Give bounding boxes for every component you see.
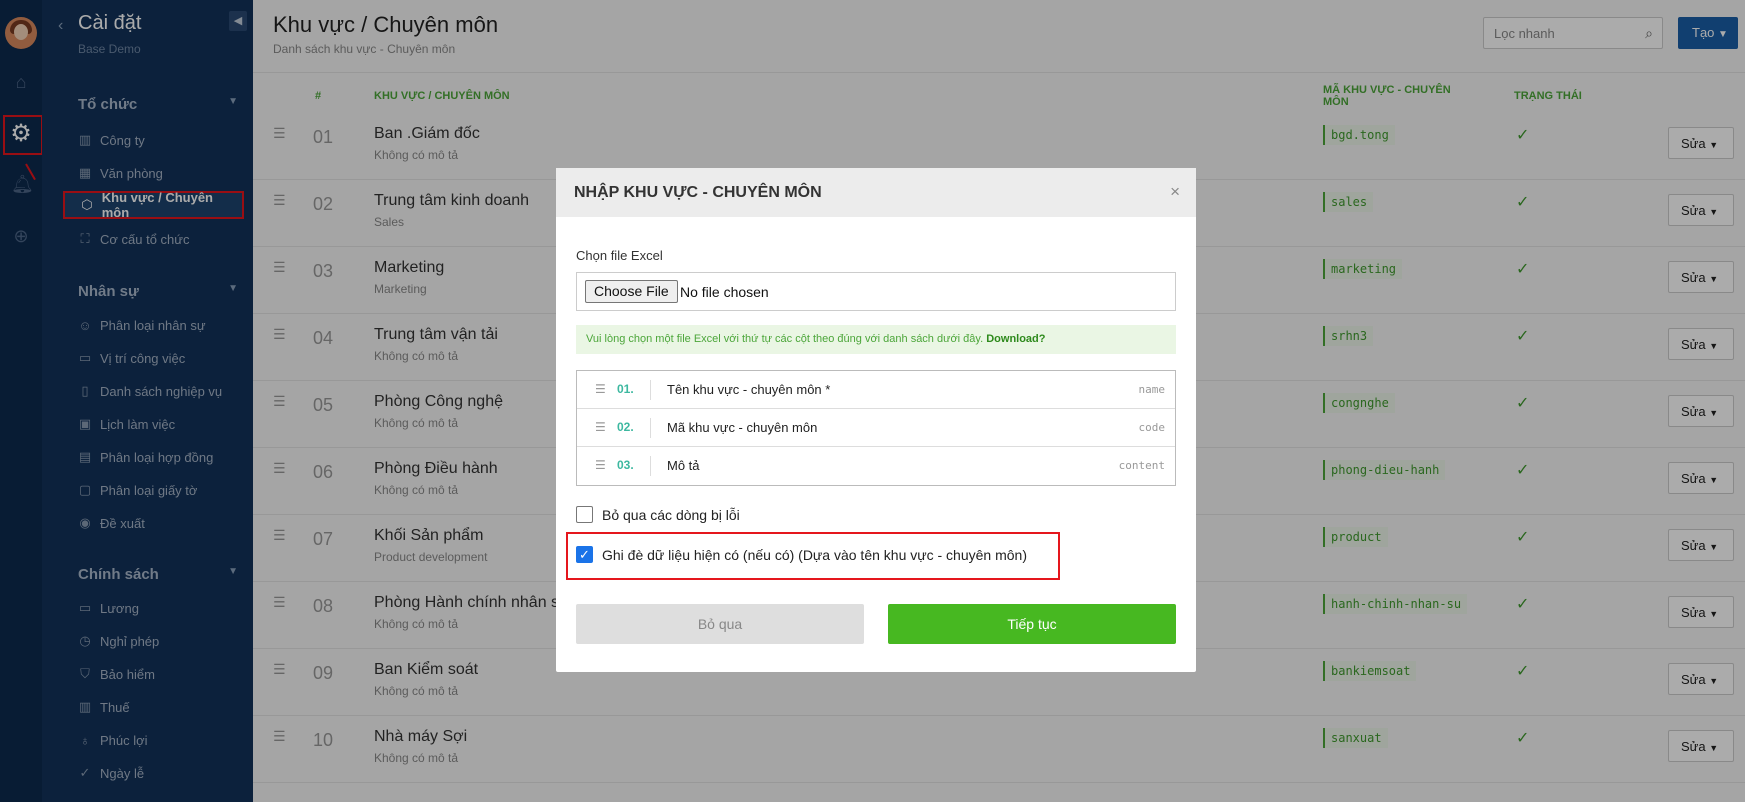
column-label: Mã khu vực - chuyên môn — [667, 420, 818, 435]
divider — [650, 418, 651, 438]
continue-button[interactable]: Tiếp tục — [888, 604, 1176, 644]
column-order-list: ☰ 01. Tên khu vực - chuyên môn * name ☰ … — [576, 370, 1176, 486]
import-modal: NHẬP KHU VỰC - CHUYÊN MÔN × Chọn file Ex… — [556, 168, 1196, 672]
drag-handle-icon[interactable]: ☰ — [595, 382, 606, 396]
overwrite-option[interactable]: ✓ Ghi đè dữ liệu hiện có (nếu có) (Dựa v… — [576, 546, 1027, 563]
drag-handle-icon[interactable]: ☰ — [595, 420, 606, 434]
column-item[interactable]: ☰ 02. Mã khu vực - chuyên môn code — [577, 409, 1175, 447]
column-key: code — [1138, 421, 1166, 434]
file-label: Chọn file Excel — [576, 248, 663, 263]
column-item[interactable]: ☰ 03. Mô tả content — [577, 447, 1175, 485]
hint-text: Vui lòng chọn một file Excel với thứ tự … — [586, 333, 984, 345]
column-item[interactable]: ☰ 01. Tên khu vực - chuyên môn * name — [577, 371, 1175, 409]
cancel-button[interactable]: Bỏ qua — [576, 604, 864, 644]
import-hint: Vui lòng chọn một file Excel với thứ tự … — [576, 325, 1176, 354]
column-label: Tên khu vực - chuyên môn * — [667, 382, 831, 397]
skip-errors-checkbox[interactable] — [576, 506, 593, 523]
modal-title: NHẬP KHU VỰC - CHUYÊN MÔN — [574, 184, 822, 201]
column-number: 01. — [617, 382, 634, 396]
choose-file-button[interactable]: Choose File — [585, 280, 678, 303]
column-number: 03. — [617, 458, 634, 472]
overwrite-checkbox[interactable]: ✓ — [576, 546, 593, 563]
column-key: name — [1138, 383, 1166, 396]
divider — [650, 456, 651, 476]
skip-errors-option[interactable]: Bỏ qua các dòng bị lỗi — [576, 506, 740, 523]
overwrite-label: Ghi đè dữ liệu hiện có (nếu có) (Dựa vào… — [602, 546, 1027, 563]
skip-errors-label: Bỏ qua các dòng bị lỗi — [602, 506, 740, 523]
modal-header: NHẬP KHU VỰC - CHUYÊN MÔN × — [556, 168, 1196, 217]
file-status: No file chosen — [680, 284, 769, 300]
drag-handle-icon[interactable]: ☰ — [595, 458, 606, 472]
file-input[interactable]: Choose File No file chosen — [576, 272, 1176, 311]
download-link[interactable]: Download? — [986, 333, 1045, 345]
column-number: 02. — [617, 420, 634, 434]
close-icon[interactable]: × — [1170, 182, 1180, 202]
column-label: Mô tả — [667, 458, 700, 473]
column-key: content — [1118, 459, 1165, 472]
divider — [650, 380, 651, 400]
